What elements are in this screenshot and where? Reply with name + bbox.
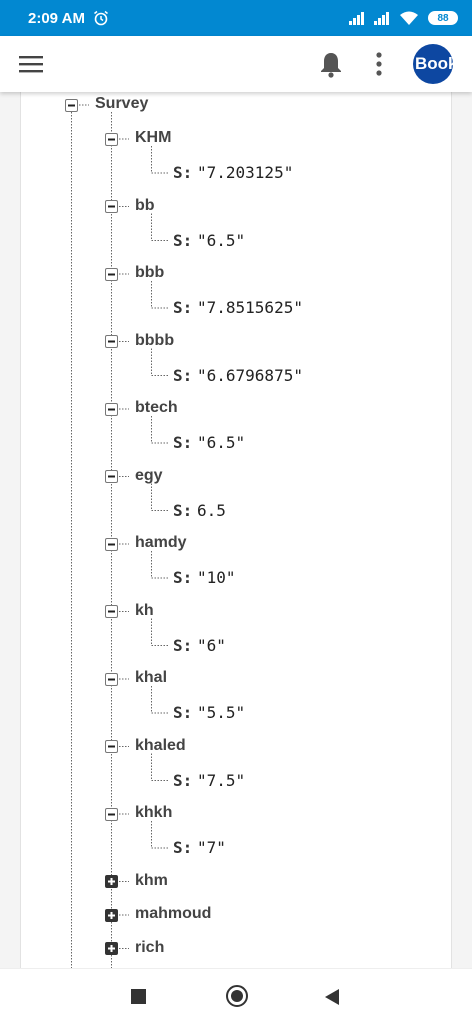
tree-leaf-value: 6.5 [197,500,226,520]
tree-node-key: egy [135,466,163,484]
expand-plus-icon [108,878,115,885]
home-icon-inner [231,990,243,1002]
tree-node-toggle-3[interactable] [105,335,118,348]
tree-leaf-field: S: [173,568,193,587]
tree-node-toggle-4[interactable] [105,402,118,416]
notification-bell-icon[interactable] [318,50,344,78]
tree-node-key: bbb [135,264,165,281]
tree-node-toggle-5[interactable] [105,470,118,483]
tree-leaf-field: S: [173,230,193,250]
tree-leaf-field: S: [173,635,193,655]
tree-root-label: Survey [95,95,149,112]
tree-node-key: bb [135,196,155,214]
tree-leaf-field: S: [173,163,193,182]
tree-leaf-field: S: [173,500,193,520]
tree-leaf-value: "6.6796875" [197,365,303,385]
survey-toggle[interactable] [65,98,78,112]
tree-node-key: bbbb [135,331,175,349]
tree-node-key: khaled [135,736,186,754]
tree-node-toggle-11[interactable] [105,875,118,888]
tree-node-toggle-2[interactable] [105,267,118,281]
tree-leaf-value: "7" [197,838,226,857]
collapse-minus-icon [108,678,115,680]
collapse-minus-icon [68,104,75,106]
tree-node-toggle-9[interactable] [105,740,118,753]
avatar[interactable]: Book [413,44,453,84]
tree-leaf-field: S: [173,838,193,857]
tree-node-toggle-7[interactable] [105,605,118,618]
tree-node-toggle-13[interactable] [105,942,118,955]
recent-apps-icon[interactable] [131,989,146,1004]
status-bar: 2:09 AM 88 [0,0,472,36]
tree-node-toggle-1[interactable] [105,200,118,213]
tree-node-toggle-6[interactable] [105,537,118,551]
tree-node-key: mahmoud [135,905,212,922]
collapse-minus-icon [108,273,115,275]
collapse-minus-icon [108,745,115,748]
tree-node-key: hamdy [135,534,187,551]
tree-node-toggle-12[interactable] [105,908,118,922]
tree-leaf-field: S: [173,770,193,790]
tree-node-toggle-10[interactable] [105,807,118,821]
tree-node-key: khm [135,871,168,889]
tree-card: Survey KHM S: "7.203125" bb S: "6.5" bbb S: "7.85… [20,92,452,968]
tree-node-key: btech [135,399,178,416]
tree-leaf-value: "6.5" [197,433,246,452]
cell-signal-icon [374,12,389,25]
home-icon[interactable] [226,985,248,1007]
tree-leaf-value: "6" [197,635,226,655]
tree-leaf-value: "7.203125" [197,163,294,182]
menu-icon[interactable] [18,52,44,76]
alarm-clock-icon [94,10,108,26]
collapse-minus-icon [108,543,115,545]
tree-leaf-field: S: [173,703,193,722]
tree-leaf-field: S: [173,433,193,452]
navigation-bar [0,968,472,1024]
app-bar: Book [0,36,472,92]
content-area: Survey KHM S: "7.203125" bb S: "6.5" bbb S: "7.85… [0,92,472,968]
expand-plus-icon [108,945,115,952]
tree-node-key: rich [135,938,165,956]
tree-node-key: khkh [135,804,173,821]
back-icon[interactable] [324,988,340,1006]
collapse-minus-icon [108,138,115,140]
battery-indicator: 88 [428,11,458,25]
tree-node-key: KHM [135,129,172,146]
tree-node-toggle-0[interactable] [105,132,118,146]
status-time: 2:09 AM [28,9,85,27]
tree-connector-lines [71,104,168,968]
tree-node-key: kh [135,601,154,619]
tree-node-toggle-8[interactable] [105,672,118,686]
cell-signal-icon [349,12,364,25]
collapse-minus-icon [108,205,115,208]
tree-leaf-field: S: [173,365,193,385]
collapse-minus-icon [108,408,115,410]
status-indicators: 88 [349,11,458,26]
expand-plus-icon [108,911,115,919]
wifi-icon [400,11,418,25]
tree-leaf-value: "7.5" [197,770,246,790]
tree-leaf-field: S: [173,298,193,317]
more-options-icon[interactable] [370,50,388,78]
avatar-text: Book [415,54,453,73]
tree-leaf-value: "10" [197,568,236,587]
collapse-minus-icon [108,340,115,343]
tree-leaf-value: "5.5" [197,703,246,722]
tree-node-key: khal [135,669,168,686]
collapse-minus-icon [108,475,115,478]
collapse-minus-icon [108,610,115,613]
tree-leaf-value: "6.5" [197,230,246,250]
tree-leaf-value: "7.8515625" [197,298,303,317]
collapse-minus-icon [108,813,115,815]
